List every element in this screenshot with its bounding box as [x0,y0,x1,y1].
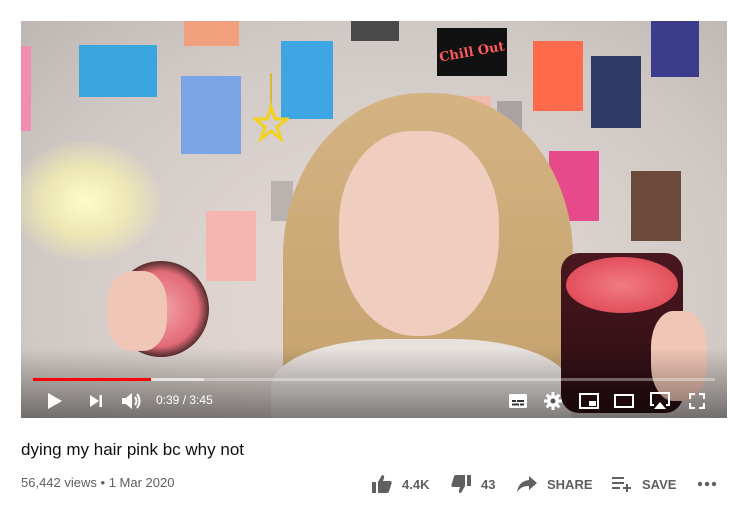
wall-poster [184,21,239,46]
video-player[interactable]: Chill Out 0:39 / 3:45 [21,21,727,418]
save-button[interactable]: SAVE [612,472,676,496]
play-button[interactable] [43,389,67,413]
gear-icon [544,392,562,410]
save-label: SAVE [642,476,677,492]
meta-separator: • [100,475,106,490]
next-icon [90,395,102,407]
volume-icon [122,393,141,409]
fullscreen-button[interactable] [685,389,709,413]
play-icon [48,393,62,409]
current-time: 0:39 [156,393,180,407]
person-face [339,131,499,336]
miniplayer-icon [579,393,599,409]
more-actions-button[interactable] [697,472,717,496]
like-button[interactable]: 4.4K [372,472,429,496]
thumbs-down-icon [451,475,471,493]
chill-out-poster: Chill Out [437,28,507,76]
wall-poster [631,171,681,241]
wall-poster [533,41,583,111]
poster-text: Chill Out [438,38,506,66]
next-button[interactable] [84,389,108,413]
fullscreen-icon [689,393,705,409]
neon-cloud-light [21,141,161,261]
share-button[interactable]: SHARE [517,472,593,496]
video-meta: 56,442 views • 1 Mar 2020 [21,475,174,490]
wall-poster [206,211,256,281]
share-icon [517,476,537,492]
star-lamp [250,73,292,153]
video-title: dying my hair pink bc why not [21,440,244,459]
settings-button[interactable] [541,389,565,413]
wall-poster [351,21,399,41]
volume-button[interactable] [119,389,145,413]
progress-played [33,378,151,381]
theater-mode-button[interactable] [612,389,636,413]
upload-date: 1 Mar 2020 [108,475,175,490]
wall-poster [79,45,157,97]
time-display: 0:39 / 3:45 [156,393,213,407]
wall-poster [181,76,241,154]
video-frame: Chill Out [21,21,727,418]
thumbs-up-icon [372,475,392,493]
wall-poster [591,56,641,128]
airplay-button[interactable] [648,389,672,413]
duration: 3:45 [189,393,213,407]
share-label: SHARE [547,476,593,492]
playlist-add-icon [612,477,631,492]
miniplayer-button[interactable] [577,389,601,413]
wall-poster [651,21,699,77]
time-separator: / [182,393,187,407]
more-horizontal-icon [697,481,717,487]
hand-left [107,271,167,351]
dislike-count: 43 [481,476,496,492]
airplay-icon [650,392,670,409]
subtitles-button[interactable] [506,389,530,413]
subtitles-icon [509,394,527,408]
theater-icon [614,394,634,408]
dislike-button[interactable]: 43 [451,472,495,496]
progress-bar[interactable] [33,378,715,381]
view-count: 56,442 views [21,475,97,490]
hair-dye-lid [566,257,678,313]
wall-poster [21,46,31,131]
like-count: 4.4K [402,476,430,492]
